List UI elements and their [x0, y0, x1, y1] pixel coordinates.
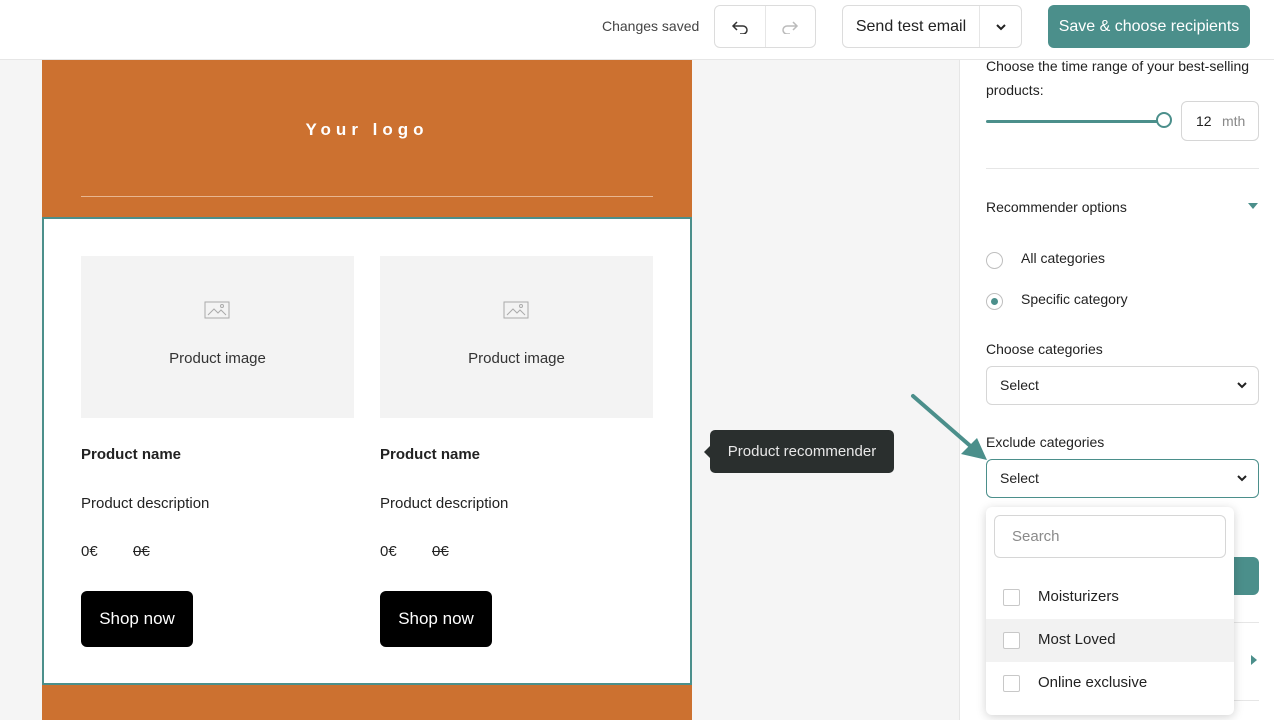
radio-specific-category-label[interactable]: Specific category — [1021, 291, 1128, 307]
choose-categories-select[interactable]: Select — [986, 366, 1259, 405]
redo-arrow-icon — [782, 20, 799, 34]
time-range-unit: mth — [1222, 113, 1246, 129]
undo-button[interactable] — [715, 6, 765, 47]
category-search-input[interactable] — [994, 515, 1226, 558]
shop-now-button[interactable]: Shop now — [380, 591, 492, 647]
exclude-categories-dropdown: Moisturizers Most Loved Online exclusive — [986, 507, 1234, 715]
shop-now-button[interactable]: Shop now — [81, 591, 193, 647]
send-test-email-label: Send test email — [855, 17, 967, 35]
divider — [986, 168, 1259, 169]
option-label: Most Loved — [1038, 631, 1116, 648]
exclude-categories-value: Select — [1000, 470, 1039, 486]
dropdown-option[interactable]: Moisturizers — [986, 576, 1234, 619]
product-description: Product description — [81, 495, 210, 512]
product-card[interactable]: Product image Product name Product descr… — [380, 256, 653, 647]
save-choose-recipients-button[interactable]: Save & choose recipients — [1048, 5, 1250, 48]
save-status: Changes saved — [602, 18, 700, 34]
product-price: 0€ — [81, 543, 98, 560]
product-name: Product name — [81, 446, 182, 463]
chevron-down-icon — [1237, 475, 1247, 482]
exclude-categories-label: Exclude categories — [986, 434, 1105, 450]
radio-all-categories[interactable] — [986, 252, 1003, 269]
header-divider — [81, 196, 653, 197]
product-image-placeholder[interactable]: Product image — [81, 256, 354, 418]
time-range-slider-track[interactable] — [986, 120, 1166, 123]
product-description: Product description — [380, 495, 509, 512]
radio-all-categories-label[interactable]: All categories — [1021, 250, 1105, 266]
product-image-placeholder[interactable]: Product image — [380, 256, 653, 418]
undo-arrow-icon — [731, 20, 748, 34]
pointer-arrow-icon — [911, 394, 987, 460]
product-recommender-block[interactable]: Product image Product name Product descr… — [42, 217, 692, 685]
dropdown-option[interactable]: Most Loved — [986, 619, 1234, 662]
recommender-options-title[interactable]: Recommender options — [986, 199, 1127, 215]
chevron-down-icon — [995, 23, 1006, 30]
dropdown-option[interactable]: Online exclusive — [986, 662, 1234, 705]
product-card[interactable]: Product image Product name Product descr… — [81, 256, 354, 647]
email-header[interactable]: Your logo — [42, 60, 692, 218]
caret-right-icon[interactable] — [1251, 655, 1257, 665]
chevron-down-icon — [1237, 382, 1247, 389]
send-test-email-button[interactable]: Send test email — [842, 5, 1022, 48]
option-checkbox[interactable] — [1003, 632, 1020, 649]
logo-placeholder[interactable]: Your logo — [42, 120, 692, 140]
send-test-dropdown-toggle[interactable] — [979, 6, 1021, 47]
time-range-slider-thumb[interactable] — [1156, 112, 1172, 128]
exclude-categories-select[interactable]: Select — [986, 459, 1259, 498]
option-label: Online exclusive — [1038, 674, 1148, 691]
caret-down-icon[interactable] — [1248, 203, 1258, 209]
block-tooltip: Product recommender — [704, 430, 894, 473]
image-icon — [204, 301, 230, 319]
option-checkbox[interactable] — [1003, 589, 1020, 606]
choose-categories-label: Choose categories — [986, 341, 1103, 357]
time-range-label: Choose the time range of your best-selli… — [986, 58, 1250, 98]
product-price: 0€ — [380, 543, 397, 560]
choose-categories-value: Select — [1000, 377, 1039, 393]
time-range-value: 12 — [1196, 113, 1212, 129]
product-name: Product name — [380, 446, 481, 463]
top-bar: Changes saved Send test email Save & cho… — [0, 0, 1274, 60]
product-image-caption: Product image — [468, 350, 565, 367]
product-image-caption: Product image — [169, 350, 266, 367]
option-label: Moisturizers — [1038, 588, 1119, 605]
undo-redo-group — [714, 5, 816, 48]
option-checkbox[interactable] — [1003, 675, 1020, 692]
time-range-input[interactable]: 12 mth — [1181, 101, 1259, 141]
redo-button[interactable] — [764, 6, 816, 47]
image-icon — [503, 301, 529, 319]
product-old-price: 0€ — [432, 543, 449, 560]
radio-specific-category[interactable] — [986, 293, 1003, 310]
email-footer[interactable] — [42, 685, 692, 720]
product-old-price: 0€ — [133, 543, 150, 560]
